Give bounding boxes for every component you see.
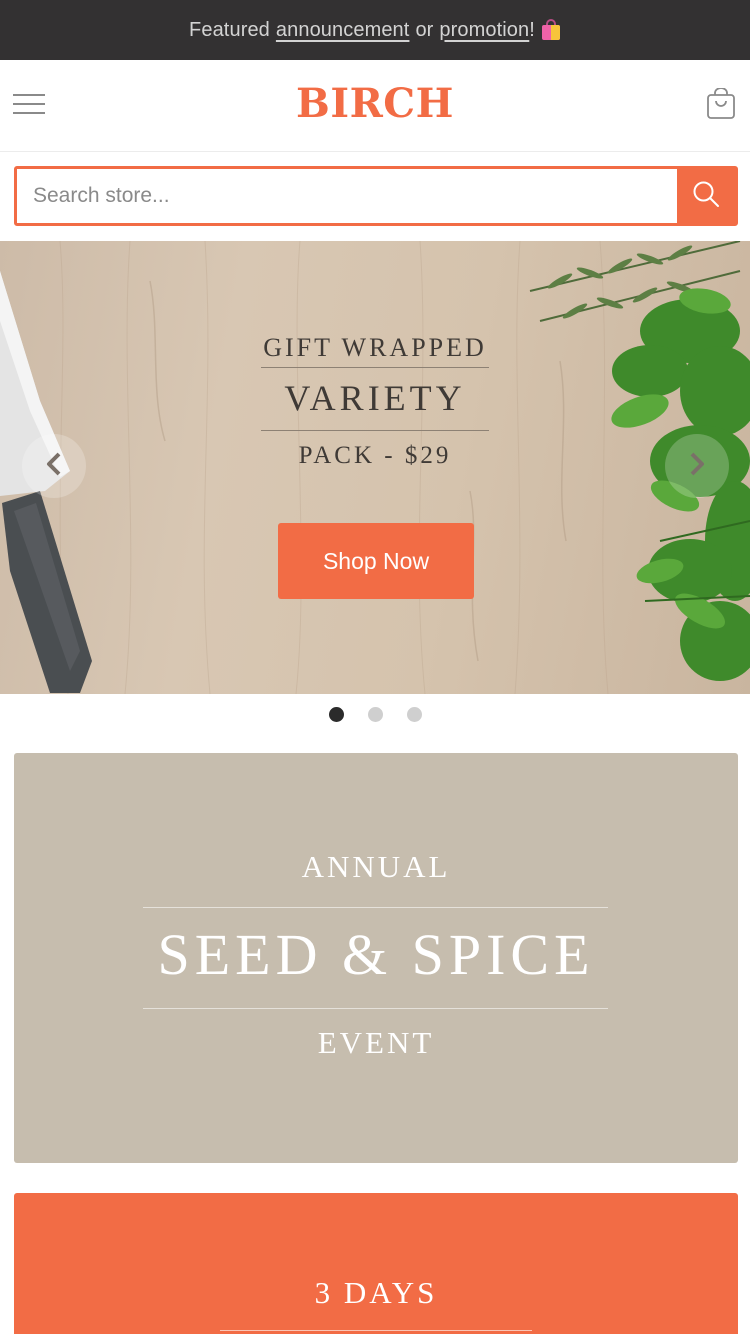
slide-dot-3[interactable] (406, 707, 422, 722)
shopping-bags-icon (541, 19, 561, 41)
promo-days-line-1: 3 DAYS (314, 1275, 438, 1310)
slideshow-next-button[interactable] (665, 434, 729, 498)
announcement-link[interactable]: announcement (276, 19, 410, 42)
promo-line-2: SEED & SPICE (157, 922, 595, 987)
hero-slideshow: GIFT WRAPPED VARIETY PACK - $29 Shop Now (0, 241, 750, 694)
slide-dot-1[interactable] (328, 707, 344, 722)
chevron-right-icon (687, 451, 707, 482)
announcement-middle: or (415, 18, 434, 41)
promotion-link[interactable]: promotion (439, 19, 529, 42)
shopping-bag-icon[interactable] (706, 87, 736, 120)
hero-line-2: VARIETY (284, 378, 466, 418)
promo-divider (143, 1008, 608, 1009)
promo-seed-spice-event[interactable]: ANNUAL SEED & SPICE EVENT (14, 753, 738, 1163)
search-input[interactable] (17, 169, 677, 223)
hero-line-3: PACK - $29 (298, 442, 452, 469)
announcement-bar: Featured announcement or promotion ! (0, 0, 750, 60)
search-icon (691, 179, 721, 214)
promo-3-days[interactable]: 3 DAYS (14, 1193, 738, 1334)
shop-now-button[interactable]: Shop Now (278, 523, 474, 599)
slideshow-prev-button[interactable] (22, 434, 86, 498)
announcement-prefix: Featured (189, 18, 270, 41)
promo-line-1: ANNUAL (301, 849, 451, 884)
store-logo[interactable]: BIRCH (0, 80, 750, 127)
site-header: BIRCH (0, 60, 750, 152)
promo-divider (143, 907, 608, 908)
slideshow-pagination (0, 707, 750, 722)
search-button[interactable] (677, 169, 735, 223)
promo-days-divider (220, 1330, 532, 1331)
hero-headline: GIFT WRAPPED VARIETY PACK - $29 (0, 333, 750, 479)
chevron-left-icon (44, 451, 64, 482)
announcement-suffix: ! (529, 18, 535, 41)
slide-dot-2[interactable] (367, 707, 383, 722)
promo-line-3: EVENT (317, 1025, 435, 1060)
hero-line-1: GIFT WRAPPED (263, 333, 487, 362)
search-bar (14, 166, 738, 226)
